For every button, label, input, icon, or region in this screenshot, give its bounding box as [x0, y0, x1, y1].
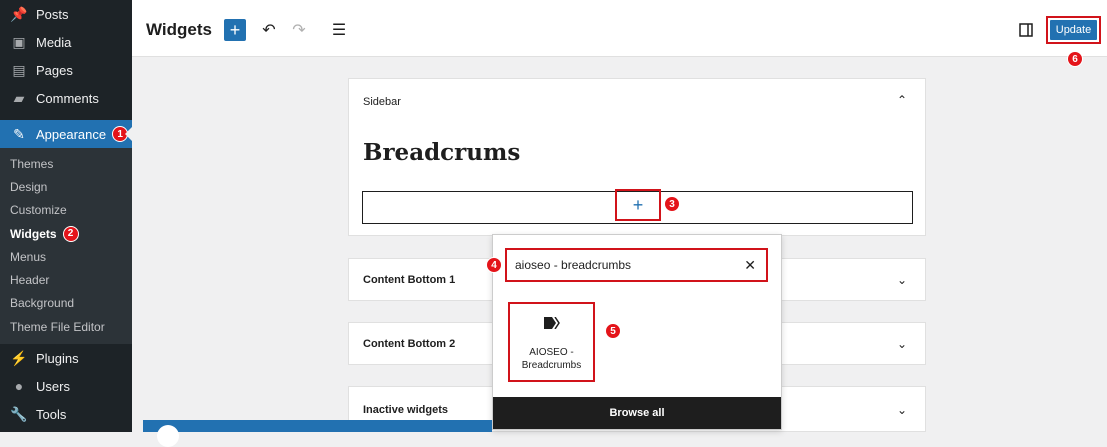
appearance-submenu: Themes Design Customize Widgets 2 Menus … [0, 148, 132, 345]
undo-icon[interactable]: ↶ [258, 19, 280, 41]
widget-area-title: Content Bottom 1 [363, 274, 456, 286]
block-inserter-popover: ✕ AIOSEO - Breadcrumbs Browse all [492, 234, 782, 430]
media-icon: ▣ [12, 33, 26, 50]
add-block-button[interactable]: + [224, 19, 246, 41]
plugins-icon: ⚡ [10, 349, 28, 366]
add-block-plus-icon[interactable]: + [633, 195, 644, 216]
block-result-label: AIOSEO - Breadcrumbs [521, 347, 582, 371]
pin-icon: 📌 [10, 5, 28, 22]
browse-all-button[interactable]: Browse all [493, 397, 781, 429]
bottom-notice-bar [143, 420, 492, 447]
sidebar-item-label: Media [36, 34, 72, 50]
search-highlight: ✕ [505, 248, 768, 282]
widget-area-title: Inactive widgets [363, 404, 448, 416]
sidebar-item-label: Users [36, 378, 70, 394]
admin-sidebar: 📌 Posts ▣ Media ▤ Pages ▰ Comments ✎ App… [0, 0, 132, 432]
sidebar-item-plugins[interactable]: ⚡ Plugins [0, 344, 132, 372]
sidebar-item-users[interactable]: ● Users [0, 372, 132, 400]
sidebar-item-pages[interactable]: ▤ Pages [0, 56, 132, 84]
paintbrush-icon: ✎ [13, 125, 25, 142]
sidebar-item-media[interactable]: ▣ Media [0, 28, 132, 56]
step-badge: 5 [605, 323, 621, 339]
submenu-item-label: Widgets [10, 226, 57, 241]
step-badge: 3 [664, 196, 680, 212]
submenu-item-header[interactable]: Header [0, 268, 132, 291]
submenu-item-design[interactable]: Design [0, 175, 132, 198]
chevron-down-icon[interactable]: ⌄ [897, 273, 907, 287]
submenu-item-theme-file-editor[interactable]: Theme File Editor [0, 315, 132, 338]
submenu-item-themes[interactable]: Themes [0, 152, 132, 175]
widget-area-title: Sidebar [363, 96, 401, 108]
appender-highlight: + [615, 189, 661, 221]
sidebar-item-label: Plugins [36, 350, 79, 366]
sidebar-item-label: Comments [36, 90, 99, 106]
close-icon[interactable]: ✕ [744, 257, 756, 274]
sidebar-toggle-icon [1019, 23, 1033, 37]
step-badge: 2 [62, 225, 79, 242]
sidebar-item-label: Appearance [36, 126, 107, 142]
chevron-down-icon[interactable]: ⌄ [897, 337, 907, 351]
step-badge: 4 [486, 257, 502, 273]
list-view-icon[interactable]: ☰ [328, 19, 350, 41]
users-icon: ● [14, 378, 24, 395]
editor-header: Widgets + ↶ ↷ ☰ Update [132, 0, 1107, 57]
update-highlight: Update [1046, 16, 1101, 44]
update-button[interactable]: Update [1050, 20, 1097, 40]
chevron-up-icon[interactable]: ⌃ [897, 93, 907, 107]
step-badge: 6 [1067, 51, 1083, 67]
page-title: Widgets [146, 20, 212, 39]
widget-area-title: Content Bottom 2 [363, 338, 456, 350]
sidebar-item-tools[interactable]: 🔧 Tools [0, 400, 132, 428]
pages-icon: ▤ [12, 61, 26, 78]
block-search-input[interactable] [515, 258, 735, 272]
sidebar-item-appearance[interactable]: ✎ Appearance 1 [0, 120, 132, 148]
block-result-aioseo-breadcrumbs[interactable]: AIOSEO - Breadcrumbs [508, 302, 595, 382]
heading-block[interactable]: Breadcrums [363, 139, 520, 166]
sidebar-item-label: Tools [36, 406, 67, 422]
breadcrumb-block-icon [543, 316, 560, 334]
submenu-item-background[interactable]: Background [0, 292, 132, 315]
submenu-item-widgets[interactable]: Widgets 2 [0, 222, 132, 245]
sidebar-item-posts[interactable]: 📌 Posts [0, 0, 132, 28]
breadcrumb-arrow-icon [543, 316, 560, 330]
submenu-item-menus[interactable]: Menus [0, 245, 132, 268]
settings-panel-icon[interactable] [1015, 19, 1037, 41]
sidebar-item-label: Posts [36, 6, 69, 22]
comments-icon: ▰ [13, 89, 25, 106]
sidebar-item-label: Pages [36, 62, 73, 78]
submenu-item-customize[interactable]: Customize [0, 199, 132, 222]
step-badge: 1 [112, 126, 129, 142]
redo-icon[interactable]: ↷ [288, 19, 310, 41]
sidebar-item-comments[interactable]: ▰ Comments [0, 84, 132, 112]
tools-icon: 🔧 [10, 405, 28, 422]
avatar [157, 425, 179, 447]
chevron-down-icon[interactable]: ⌄ [897, 403, 907, 417]
